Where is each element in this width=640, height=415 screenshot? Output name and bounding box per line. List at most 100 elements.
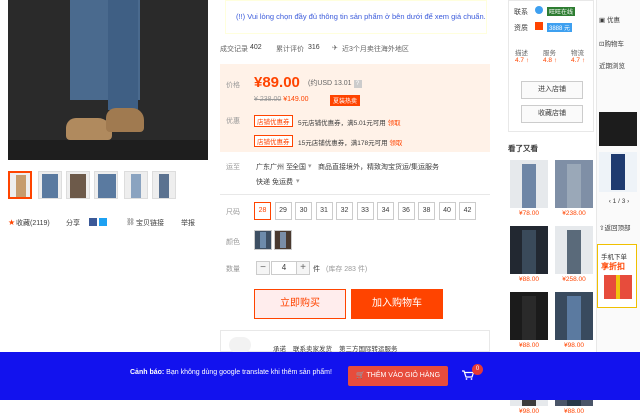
recommend-item-price: ¥88.00: [564, 408, 584, 415]
toolbar-product-image-1[interactable]: [599, 112, 637, 146]
size-option-42[interactable]: 42: [459, 202, 476, 220]
recommend-title: 看了又看: [508, 144, 538, 153]
twitter-icon[interactable]: [99, 218, 107, 226]
contact-label: 联系: [514, 9, 528, 16]
add-to-cart-button[interactable]: 加入购物车: [351, 289, 443, 319]
color-swatch-2[interactable]: [274, 230, 292, 250]
recommend-item-price: ¥78.00: [519, 210, 539, 217]
star-icon: ★: [8, 218, 16, 227]
toolbar-back-top[interactable]: ⇧返回顶部: [599, 222, 639, 232]
pager-next-icon[interactable]: ›: [627, 198, 629, 205]
help-icon[interactable]: ?: [353, 80, 362, 88]
size-option-33[interactable]: 33: [356, 202, 374, 220]
recommend-item[interactable]: [555, 292, 593, 340]
size-option-32[interactable]: 32: [336, 202, 353, 220]
size-option-38[interactable]: 38: [418, 202, 435, 220]
quantity-plus-button[interactable]: +: [296, 261, 310, 275]
recommend-item-price: ¥98.00: [564, 342, 584, 349]
pager-text: 1 / 3: [612, 198, 626, 205]
coupon1-claim[interactable]: 领取: [388, 120, 401, 127]
mobile-ad-banner[interactable]: 手机下单 享折扣: [597, 244, 637, 308]
toolbar-pager[interactable]: ‹ 1 / 3 ›: [601, 198, 637, 205]
size-option-34[interactable]: 34: [377, 202, 394, 220]
wangwang-icon[interactable]: [535, 6, 543, 14]
add-to-cart-vn-button[interactable]: 🛒 THÊM VÀO GIỎ HÀNG: [348, 366, 448, 386]
size-label: 尺码: [226, 209, 240, 216]
warning-bold: Cảnh báo:: [130, 369, 165, 376]
recommend-item[interactable]: [555, 160, 593, 208]
recommend-item-price: ¥98.00: [519, 408, 539, 415]
compare-link[interactable]: 宝贝链接: [136, 218, 164, 228]
warning-text: Cảnh báo: Bạn không dùng google translat…: [130, 369, 332, 376]
thumbnail-3[interactable]: [66, 171, 90, 199]
quantity-label: 数量: [226, 266, 240, 273]
old-price-suffix: ¥149.00: [283, 96, 309, 103]
main-product-image[interactable]: [8, 0, 208, 160]
recommend-item-image: [567, 296, 581, 340]
gift-icon: [604, 275, 632, 299]
share-label[interactable]: 分享: [66, 218, 80, 228]
toolbar-cart[interactable]: ⊡购物车: [599, 38, 639, 48]
rating-value-1: 4.7 ↑: [515, 57, 530, 64]
recommend-item[interactable]: [555, 226, 593, 274]
size-option-30[interactable]: 30: [295, 202, 312, 220]
recommend-item[interactable]: [510, 292, 548, 340]
coupon1-text: 5元店铺优惠券，满5.01元可用: [298, 120, 386, 127]
cart-count-badge: 0: [472, 364, 483, 375]
notice-box: (!!) Vui lòng chọn đầy đủ thông tin sản …: [225, 0, 487, 34]
divider: [220, 194, 490, 195]
report-link[interactable]: 举报: [181, 218, 195, 228]
enter-shop-button[interactable]: 进入店铺: [521, 81, 583, 99]
price-box: 价格 ¥89.00 (约USD 13.01? ¥ 238.00 ¥149.00 …: [220, 64, 490, 152]
thumbnail-5[interactable]: [124, 171, 148, 199]
chevron-down-icon[interactable]: ▾: [308, 162, 312, 170]
thumbnail-1[interactable]: [8, 171, 32, 199]
color-label: 颜色: [226, 239, 240, 246]
right-toolbar: ▣ 优惠 ⊡购物车 近期浏览 ‹ 1 / 3 › ⇧返回顶部 手机下单 享折扣: [596, 0, 640, 400]
shipping-express: 快递 免运费: [256, 179, 293, 186]
size-option-28[interactable]: 28: [254, 202, 271, 220]
warning-message: Bạn không dùng google translate khi thêm…: [164, 369, 332, 376]
price-usd-text: (约USD 13.01: [308, 80, 352, 87]
photo-floor: [8, 140, 208, 160]
thumbnail-6[interactable]: [152, 171, 176, 199]
thumbnail-2[interactable]: [38, 171, 62, 199]
quantity-minus-button[interactable]: −: [256, 261, 270, 275]
rating-label-1: 描述: [515, 50, 528, 57]
favorite-shop-button[interactable]: 收藏店铺: [521, 105, 583, 123]
toolbar-recent[interactable]: 近期浏览: [599, 60, 639, 70]
crown-icon: [535, 22, 543, 30]
facebook-icon[interactable]: [89, 218, 97, 226]
recommend-item[interactable]: [510, 226, 548, 274]
coupon2-claim[interactable]: 领取: [389, 140, 402, 147]
recommend-item-price: ¥238.00: [562, 210, 586, 217]
buy-now-button[interactable]: 立即购买: [254, 289, 346, 319]
stock-text: (库存 283 件): [326, 266, 368, 273]
share-row: ★ 收藏(2119) 分享 ⛓ 宝贝链接 举报: [8, 218, 213, 230]
reviews-value: 316: [308, 44, 320, 51]
express-chevron-icon[interactable]: ▾: [296, 177, 300, 185]
old-price: ¥ 238.00 ¥149.00: [254, 96, 309, 103]
toolbar-product-image-2[interactable]: [599, 152, 637, 192]
recommend-item-image: [567, 230, 581, 274]
color-swatch-1[interactable]: [254, 230, 272, 250]
quantity-input[interactable]: 4: [271, 261, 297, 275]
shipping-to[interactable]: 全国: [292, 162, 306, 172]
shipping-note: 商品直接境外，精致淘宝货运/集运服务: [318, 164, 439, 171]
size-option-36[interactable]: 36: [397, 202, 415, 220]
recommend-item[interactable]: [510, 160, 548, 208]
service-icon: [229, 337, 251, 353]
rating-value-2: 4.8 ↑: [543, 57, 558, 64]
size-option-29[interactable]: 29: [274, 202, 292, 220]
rating-label-3: 物流: [571, 50, 584, 57]
pager-prev-icon[interactable]: ‹: [609, 198, 611, 205]
thumbnail-4[interactable]: [94, 171, 118, 199]
favorite-link[interactable]: 收藏(2119): [16, 218, 50, 228]
price-usd: (约USD 13.01?: [308, 78, 362, 88]
rating-value-3: 4.7 ↑: [571, 57, 586, 64]
toolbar-discount[interactable]: ▣ 优惠: [599, 14, 639, 24]
size-option-31[interactable]: 31: [315, 202, 333, 220]
color-selector: 颜色: [220, 228, 490, 254]
size-option-40[interactable]: 40: [438, 202, 456, 220]
ad-line-2: 享折扣: [601, 262, 625, 271]
